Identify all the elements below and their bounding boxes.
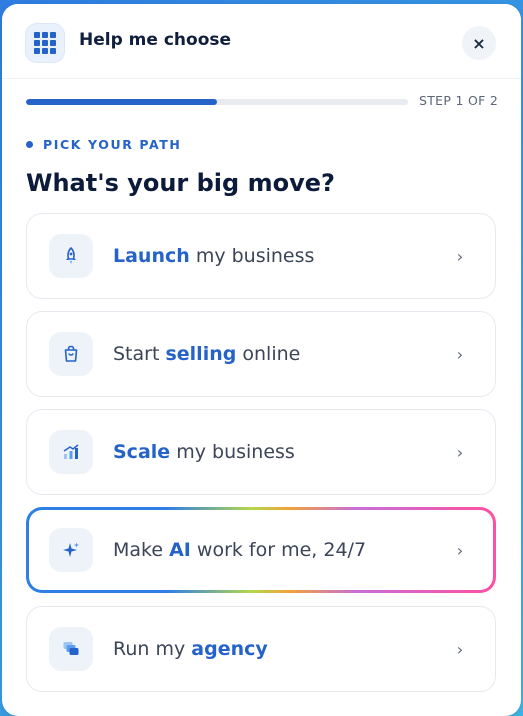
dialog-title: Help me choose [79,30,232,50]
chevron-right-icon: › [456,442,464,462]
chevron-right-icon: › [456,540,464,560]
option-start-selling[interactable]: Start selling online › [26,311,496,397]
chevron-right-icon: › [456,639,464,659]
option-scale-business[interactable]: Scale my business › [26,409,496,495]
shopping-bag-icon [49,332,93,376]
option-run-agency[interactable]: Run my agency › [26,606,496,692]
layered-windows-icon [49,627,93,671]
option-make-ai-work[interactable]: Make AI work for me, 24/7 › [26,507,496,593]
eyebrow-label: PICK YOUR PATH [43,137,182,152]
close-button[interactable]: × [462,26,496,60]
grid-icon [25,23,65,63]
progress-bar [26,99,408,105]
section-eyebrow: PICK YOUR PATH [26,137,182,152]
option-label: Launch my business [113,245,315,267]
option-label: Run my agency [113,638,268,660]
option-label: Make AI work for me, 24/7 [113,539,367,561]
growth-chart-icon [49,430,93,474]
chevron-right-icon: › [456,246,464,266]
rocket-icon [49,234,93,278]
question-heading: What's your big move? [26,169,335,197]
option-launch-business[interactable]: Launch my business › [26,213,496,299]
option-label: Scale my business [113,441,295,463]
eyebrow-dot-icon [26,141,33,148]
step-indicator: STEP 1 OF 2 [419,93,499,108]
help-me-choose-dialog: Help me choose × STEP 1 OF 2 PICK YOUR P… [2,4,521,716]
sparkle-icon [49,528,93,572]
dialog-header: Help me choose × [2,4,521,79]
progress-fill [26,99,217,105]
option-label: Start selling online [113,343,301,365]
chevron-right-icon: › [456,344,464,364]
